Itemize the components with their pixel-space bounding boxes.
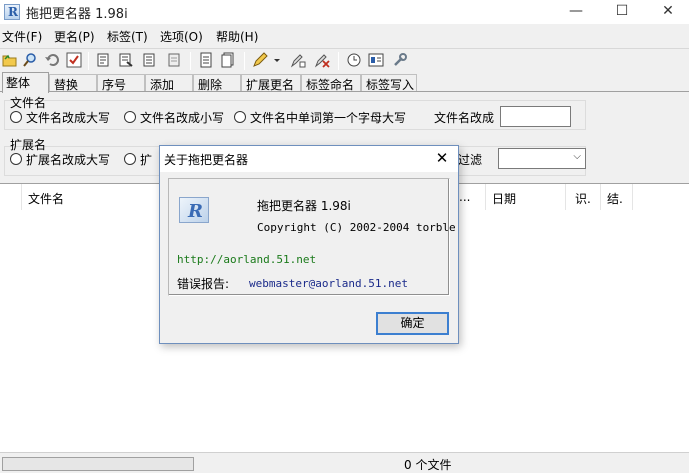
tab-bar: 整体 替换 序号 添加 删除 扩展更名 标签命名 标签写入	[0, 72, 689, 93]
tab-delete[interactable]: 删除	[193, 74, 241, 92]
window-icon[interactable]	[368, 52, 384, 68]
label-filter: 过滤	[458, 153, 483, 167]
label-extension-upper[interactable]: 扩展名改成大写	[26, 151, 110, 168]
menu-bar: 文件(F) 更名(P) 标签(T) 选项(O) 帮助(H)	[0, 26, 689, 46]
label-extension-partial[interactable]: 扩	[140, 151, 152, 168]
toolbar	[0, 48, 689, 72]
column-header-date[interactable]: 日期	[486, 184, 566, 210]
title-bar: 拖把更名器 1.98i — ☐ ✕	[0, 0, 689, 24]
tab-sequence[interactable]: 序号	[97, 74, 145, 92]
radio-filename-capitalize[interactable]	[234, 111, 246, 123]
menu-help[interactable]: 帮助(H)	[216, 28, 258, 45]
about-dialog: 关于拖把更名器 ✕ 拖把更名器 1.98i Copyright (C) 2002…	[159, 145, 459, 344]
label-filename-upper[interactable]: 文件名改成大写	[26, 109, 110, 126]
filter-select[interactable]: ⌵	[498, 148, 586, 169]
status-bar: 0 个文件	[0, 452, 689, 473]
dialog-copyright: Copyright (C) 2002-2004 torble	[257, 221, 456, 234]
tab-overall[interactable]: 整体	[2, 72, 49, 93]
tag-write-icon[interactable]	[118, 52, 134, 68]
dialog-title: 关于拖把更名器	[164, 153, 249, 167]
dropdown-arrow-icon[interactable]	[272, 52, 282, 68]
menu-tag[interactable]: 标签(T)	[107, 28, 148, 45]
wrench-icon[interactable]	[392, 52, 408, 68]
tab-replace[interactable]: 替换	[49, 74, 97, 92]
label-rename-to: 文件名改成	[434, 111, 495, 125]
file-count: 0 个文件	[404, 458, 452, 472]
label-filename-lower[interactable]: 文件名改成小写	[140, 109, 224, 126]
dialog-title-bar: 关于拖把更名器 ✕	[160, 146, 458, 172]
dialog-url-link[interactable]: http://aorland.51.net	[177, 253, 316, 266]
tab-extension-rename[interactable]: 扩展更名	[241, 74, 301, 92]
dialog-report-label: 错误报告:	[177, 277, 230, 291]
dialog-info-frame: 拖把更名器 1.98i Copyright (C) 2002-2004 torb…	[168, 178, 456, 296]
minimize-button[interactable]: —	[553, 0, 599, 24]
label-filename-capitalize[interactable]: 文件名中单词第一个字母大写	[250, 109, 406, 126]
search-icon[interactable]	[22, 52, 38, 68]
menu-rename[interactable]: 更名(P)	[54, 28, 95, 45]
pencil-icon[interactable]	[252, 52, 268, 68]
clock-icon[interactable]	[346, 52, 362, 68]
app-icon	[4, 4, 20, 20]
progress-bar	[2, 457, 194, 471]
column-header-blank[interactable]	[0, 184, 22, 210]
dialog-close-button[interactable]: ✕	[432, 148, 452, 168]
column-header-id[interactable]: 识.	[569, 184, 601, 210]
tab-tag-write[interactable]: 标签写入	[361, 74, 417, 92]
radio-extension-upper[interactable]	[10, 153, 22, 165]
column-header-truncated[interactable]: ...	[457, 184, 486, 210]
menu-file[interactable]: 文件(F)	[2, 28, 42, 45]
tag-edit-icon[interactable]	[142, 52, 158, 68]
undo-icon[interactable]	[44, 52, 60, 68]
dialog-email-link[interactable]: webmaster@aorland.51.net	[249, 277, 408, 290]
tab-add[interactable]: 添加	[145, 74, 193, 92]
radio-filename-upper[interactable]	[10, 111, 22, 123]
open-folder-icon[interactable]	[2, 52, 18, 68]
radio-extension-lower[interactable]	[124, 153, 136, 165]
rename-icon[interactable]	[290, 52, 306, 68]
rename-to-input[interactable]	[500, 106, 571, 127]
chevron-down-icon: ⌵	[573, 151, 581, 162]
window-title: 拖把更名器 1.98i	[26, 7, 128, 22]
tag-read-icon[interactable]	[96, 52, 112, 68]
tab-tag-naming[interactable]: 标签命名	[301, 74, 361, 92]
tag-clear-icon[interactable]	[166, 52, 182, 68]
close-button[interactable]: ✕	[645, 0, 689, 24]
radio-filename-lower[interactable]	[124, 111, 136, 123]
delete-icon[interactable]	[314, 52, 330, 68]
check-icon[interactable]	[66, 52, 82, 68]
app-logo	[179, 197, 209, 223]
dialog-app-name: 拖把更名器 1.98i	[257, 199, 351, 213]
document-icon[interactable]	[198, 52, 214, 68]
ok-button[interactable]: 确定	[376, 312, 449, 335]
menu-options[interactable]: 选项(O)	[160, 28, 203, 45]
maximize-button[interactable]: ☐	[599, 0, 645, 24]
document-copy-icon[interactable]	[220, 52, 236, 68]
column-header-result[interactable]: 结.	[601, 184, 633, 210]
